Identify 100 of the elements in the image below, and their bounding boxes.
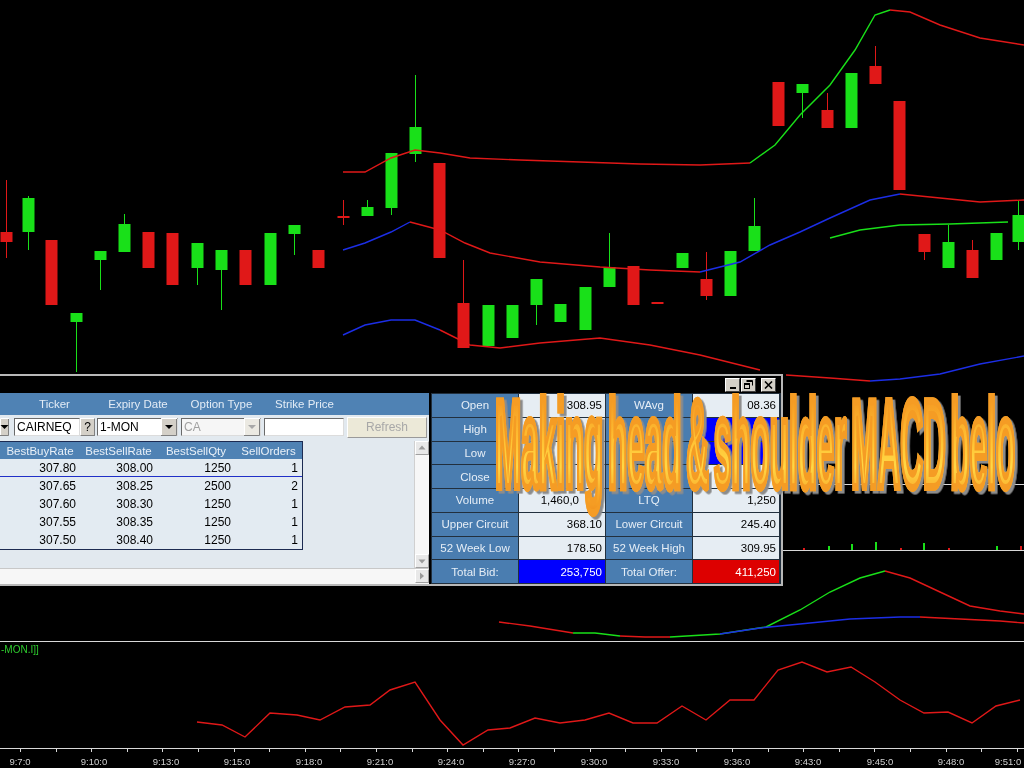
field-label: Low: [464, 446, 486, 459]
field-value: 411,250: [735, 565, 776, 578]
candle: [264, 232, 277, 286]
field-label: High: [463, 423, 487, 436]
candle: [554, 303, 567, 323]
candle: [603, 232, 616, 288]
field-label: Upper Circuit: [441, 518, 509, 531]
candle: [337, 199, 350, 226]
field-value: 368.10: [566, 518, 602, 531]
column-header: BestBuyRate: [6, 444, 74, 457]
table-cell-text: 308.30: [116, 496, 154, 511]
field-value: 245.40: [740, 518, 776, 531]
candle: [966, 239, 979, 279]
candle: [651, 301, 664, 305]
column-label: Option Type: [190, 398, 253, 410]
minimize-icon: [729, 386, 736, 389]
restore-button[interactable]: [741, 377, 756, 392]
table-cell-text: 1250: [204, 460, 232, 475]
candle: [312, 249, 325, 269]
close-icon: [764, 380, 773, 389]
candle: [772, 81, 785, 127]
indicator-label: -MON.I]]: [1, 644, 39, 655]
candle: [361, 199, 374, 217]
table-cell-text: 308.40: [116, 532, 154, 547]
candle: [239, 249, 252, 286]
table-row[interactable]: 307.55 308.35 1250 1: [0, 513, 302, 531]
column-label: Ticker: [39, 398, 70, 410]
candle: [166, 232, 179, 286]
candle: [191, 242, 204, 286]
field-label: Total Offer:: [620, 565, 677, 578]
time-label: 9:24:0: [437, 756, 465, 767]
scroll-down-button[interactable]: [415, 554, 429, 568]
table-row[interactable]: 307.80 308.00 1250 1: [0, 459, 302, 477]
field-label: Volume: [455, 494, 495, 507]
time-label: 9:7:0: [9, 756, 31, 767]
table-cell-text: 308.35: [116, 514, 154, 529]
field-value: 1,250: [747, 494, 776, 507]
time-label: 9:10:0: [80, 756, 108, 767]
field-value: 253,750: [560, 565, 602, 578]
table-cell-text: 2: [291, 478, 299, 493]
ticker-field[interactable]: CAIRNEQ: [14, 418, 80, 436]
table-cell-text: 1: [291, 460, 299, 475]
candle: [796, 83, 809, 119]
candle: [70, 312, 83, 373]
field-value: 178.50: [566, 541, 602, 554]
table-cell-text: 307.50: [39, 532, 77, 547]
table-cell-text: 1250: [204, 496, 232, 511]
candle: [676, 252, 689, 269]
table-cell-text: 307.55: [39, 514, 77, 529]
minimize-button[interactable]: [725, 377, 740, 392]
caret-icon: [161, 418, 177, 436]
column-header: SellOrders: [241, 444, 296, 457]
table-cell-text: 2500: [204, 478, 232, 493]
candle: [288, 224, 301, 256]
time-label: 9:18:0: [295, 756, 323, 767]
column-label: Strike Price: [275, 398, 334, 410]
expiry-date-dropdown[interactable]: 1-MON: [97, 418, 178, 436]
candle: [821, 92, 834, 129]
field-label: 52 Week Low: [440, 541, 510, 554]
candle: [724, 250, 737, 297]
table-row[interactable]: 307.50 308.40 1250 1: [0, 531, 302, 549]
candle: [627, 265, 640, 306]
column-header: BestSellQty: [165, 444, 227, 457]
table-cell-text: 308.25: [116, 478, 154, 493]
arrow-up-icon: [417, 443, 427, 453]
candle: [990, 232, 1003, 261]
table-cell-text: 1250: [204, 532, 232, 547]
dropdown-button[interactable]: [0, 418, 9, 436]
time-label: 9:15:0: [223, 756, 251, 767]
scroll-up-button[interactable]: [415, 441, 429, 455]
vertical-scrollbar[interactable]: [414, 441, 429, 568]
help-button[interactable]: ?: [80, 418, 95, 436]
candle: [22, 195, 35, 251]
candle: [845, 72, 858, 129]
column-header: BestSellRate: [85, 444, 152, 457]
close-button[interactable]: [761, 377, 776, 392]
table-cell-text: 1: [291, 532, 299, 547]
table-cell-text: 308.00: [116, 460, 154, 475]
strike-price-field[interactable]: [264, 418, 344, 436]
candle: [700, 251, 713, 301]
candle: [530, 278, 543, 326]
time-label: 9:43:0: [794, 756, 822, 767]
candle: [482, 304, 495, 347]
field-label: Total Bid:: [451, 565, 499, 578]
candle: [918, 233, 931, 261]
table-row[interactable]: 307.60 308.30 1250 1: [0, 495, 302, 513]
horizontal-scrollbar[interactable]: [0, 568, 429, 584]
candle: [579, 286, 592, 331]
field-label: Lower Circuit: [615, 518, 683, 531]
table-row[interactable]: 307.65 308.25 2500 2: [0, 477, 302, 495]
table-cell-text: 1: [291, 514, 299, 529]
caret-icon: [0, 418, 9, 436]
column-label: Expiry Date: [108, 398, 168, 410]
field-label: 52 Week High: [613, 541, 685, 554]
scroll-right-button[interactable]: [415, 569, 429, 583]
caret-icon: [244, 418, 260, 436]
table-cell-text: 1250: [204, 514, 232, 529]
time-label: 9:13:0: [152, 756, 180, 767]
candle: [942, 224, 955, 269]
table-cell-text: 307.60: [39, 496, 77, 511]
